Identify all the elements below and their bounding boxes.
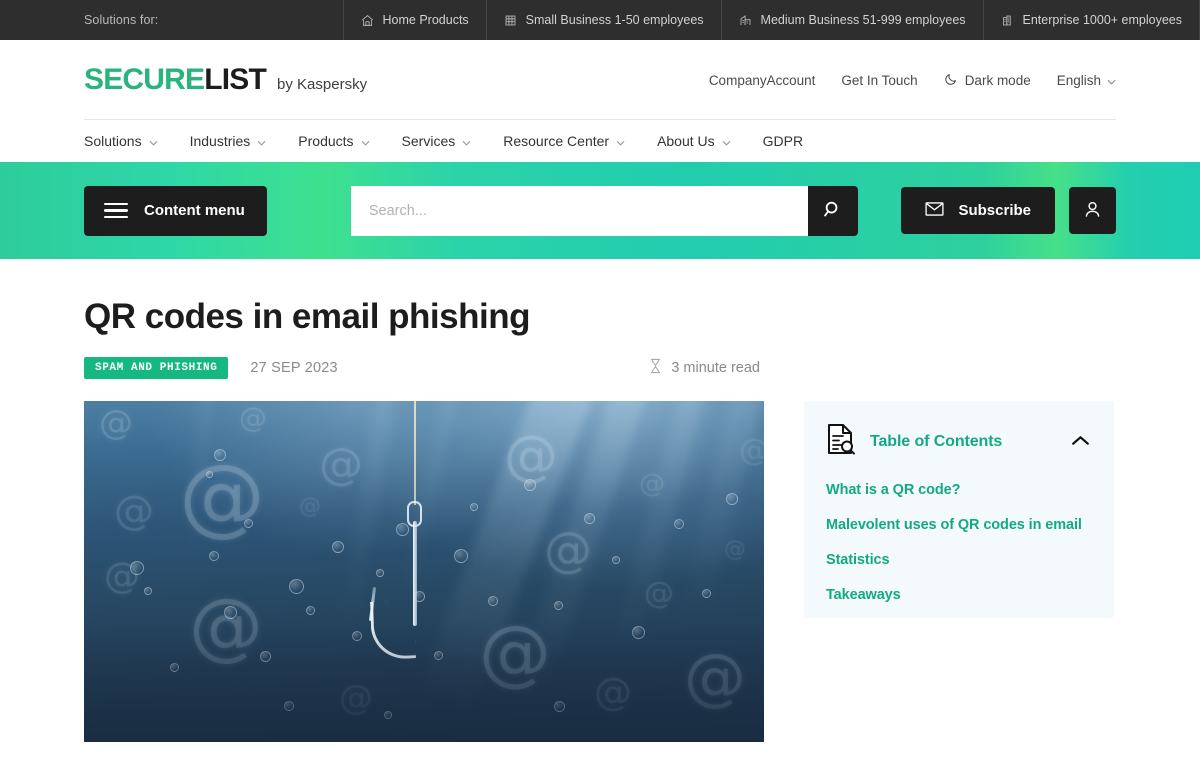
search-form (350, 185, 858, 236)
fishing-line (414, 401, 416, 506)
nav-item-label: Products (298, 133, 354, 149)
topbar-item-medium-business[interactable]: Medium Business 51-999 employees (720, 0, 983, 40)
toc-link-statistics[interactable]: Statistics (826, 552, 1090, 568)
chevron-down-icon (149, 133, 158, 149)
topbar-item-label: Enterprise 1000+ employees (1022, 13, 1182, 27)
user-icon (1083, 200, 1102, 222)
logo-wordmark: SECURELIST (84, 63, 267, 96)
content-menu-button[interactable]: Content menu (84, 185, 267, 236)
moon-icon (944, 72, 958, 89)
search-input[interactable] (350, 185, 808, 236)
language-label: English (1056, 72, 1101, 88)
chevron-down-icon (361, 133, 370, 149)
toc-link-what-is-a-qr-code[interactable]: What is a QR code? (826, 482, 1090, 498)
language-selector[interactable]: English (1057, 73, 1116, 88)
nav-item-solutions[interactable]: Solutions (84, 133, 158, 149)
at-symbol-glyph: @ (544, 522, 592, 579)
article-hero-image[interactable]: @ @ @ @ @ @ @ @ @ @ @ @ @ @ @ @ @ @ (84, 401, 764, 743)
read-time-label: 3 minute read (671, 360, 760, 377)
nav-item-industries[interactable]: Industries (190, 133, 267, 149)
at-symbol-glyph: @ (724, 537, 746, 563)
at-symbol-glyph: @ (639, 469, 665, 500)
chevron-down-icon (722, 133, 731, 149)
nav-item-label: Solutions (84, 133, 142, 149)
document-search-icon (826, 423, 856, 460)
content-menu-label: Content menu (144, 202, 245, 219)
at-symbol-glyph: @ (644, 576, 674, 612)
toc-link-malevolent-uses[interactable]: Malevolent uses of QR codes in email (826, 517, 1090, 533)
search-band: Content menu Subscribe (0, 162, 1200, 259)
nav-item-label: Industries (189, 133, 251, 149)
at-symbol-glyph: @ (179, 446, 265, 547)
chevron-down-icon (462, 133, 471, 149)
chevron-down-icon (257, 133, 266, 149)
topbar-item-enterprise[interactable]: Enterprise 1000+ employees (982, 0, 1200, 40)
toc-title: Table of Contents (870, 432, 1003, 450)
enterprise-building-icon (1001, 14, 1014, 27)
at-symbol-glyph: @ (739, 436, 764, 466)
logo-list-text: LIST (204, 63, 267, 96)
article-page: QR codes in email phishing SPAM AND PHIS… (0, 297, 1200, 772)
at-symbol-glyph: @ (239, 401, 267, 435)
nav-item-products[interactable]: Products (298, 133, 370, 149)
small-building-icon (504, 14, 517, 27)
subscribe-label: Subscribe (958, 202, 1031, 219)
table-of-contents-panel: Table of Contents What is a QR code? Mal… (804, 401, 1114, 619)
nav-item-about-us[interactable]: About Us (657, 133, 731, 149)
company-account-link[interactable]: CompanyAccount (709, 73, 816, 88)
at-symbol-glyph: @ (319, 439, 363, 491)
solutions-for-label: Solutions for: (84, 13, 159, 27)
publish-date: 27 SEP 2023 (250, 360, 338, 377)
nav-item-label: About Us (657, 133, 715, 149)
nav-item-gdpr[interactable]: GDPR (763, 133, 803, 149)
hourglass-icon (649, 358, 662, 378)
page-title: QR codes in email phishing (84, 297, 530, 336)
nav-item-label: Services (401, 133, 456, 149)
topbar-item-home-products[interactable]: Home Products (342, 0, 486, 40)
top-utility-bar: Solutions for: Home Products Small Busin… (0, 0, 1200, 40)
nav-item-label: Resource Center (503, 133, 610, 149)
hamburger-icon (104, 202, 128, 219)
account-button[interactable] (1069, 187, 1116, 234)
search-icon (823, 200, 842, 222)
at-symbol-glyph: @ (299, 494, 321, 520)
securelist-logo[interactable]: SECURELIST by Kaspersky (84, 65, 367, 95)
envelope-icon (925, 201, 945, 220)
logo-byline: by Kaspersky (277, 76, 368, 93)
logo-secure-text: SECURE (84, 63, 205, 96)
nav-item-services[interactable]: Services (402, 133, 472, 149)
hero-depth-shade (84, 622, 764, 743)
nav-item-label: GDPR (762, 133, 804, 149)
article-body-grid: @ @ @ @ @ @ @ @ @ @ @ @ @ @ @ @ @ @ (84, 401, 1116, 743)
at-symbol-glyph: @ (114, 488, 154, 535)
toc-links: What is a QR code? Malevolent uses of QR… (826, 482, 1090, 603)
header-links: CompanyAccount Get In Touch Dark mode En… (709, 72, 1116, 89)
chevron-down-icon (1107, 73, 1116, 88)
topbar-item-label: Small Business 1-50 employees (525, 13, 704, 27)
dark-mode-toggle[interactable]: Dark mode (944, 72, 1031, 89)
toc-header[interactable]: Table of Contents (826, 423, 1090, 460)
category-badge[interactable]: SPAM AND PHISHING (84, 357, 229, 380)
band-actions: Subscribe (901, 187, 1116, 234)
article-meta: SPAM AND PHISHING 27 SEP 2023 3 minute r… (84, 357, 1116, 380)
topbar-item-label: Home Products (382, 13, 469, 27)
medium-building-icon (739, 14, 752, 27)
search-submit-button[interactable] (807, 185, 858, 236)
main-navigation: Solutions Industries Products Services R… (0, 120, 1200, 162)
dark-mode-label: Dark mode (964, 72, 1031, 88)
topbar-item-label: Medium Business 51-999 employees (760, 13, 966, 27)
topbar-item-small-business[interactable]: Small Business 1-50 employees (485, 0, 721, 40)
at-symbol-glyph: @ (99, 403, 133, 444)
get-in-touch-link[interactable]: Get In Touch (841, 73, 917, 88)
at-symbol-glyph: @ (504, 424, 558, 488)
chevron-up-icon[interactable] (1071, 433, 1090, 451)
chevron-down-icon (616, 133, 625, 149)
toc-link-takeaways[interactable]: Takeaways (826, 587, 1090, 603)
site-header: SECURELIST by Kaspersky CompanyAccount G… (0, 40, 1200, 120)
home-icon (361, 14, 374, 27)
subscribe-button[interactable]: Subscribe (901, 187, 1055, 234)
nav-item-resource-center[interactable]: Resource Center (503, 133, 625, 149)
read-time: 3 minute read (649, 358, 1116, 378)
